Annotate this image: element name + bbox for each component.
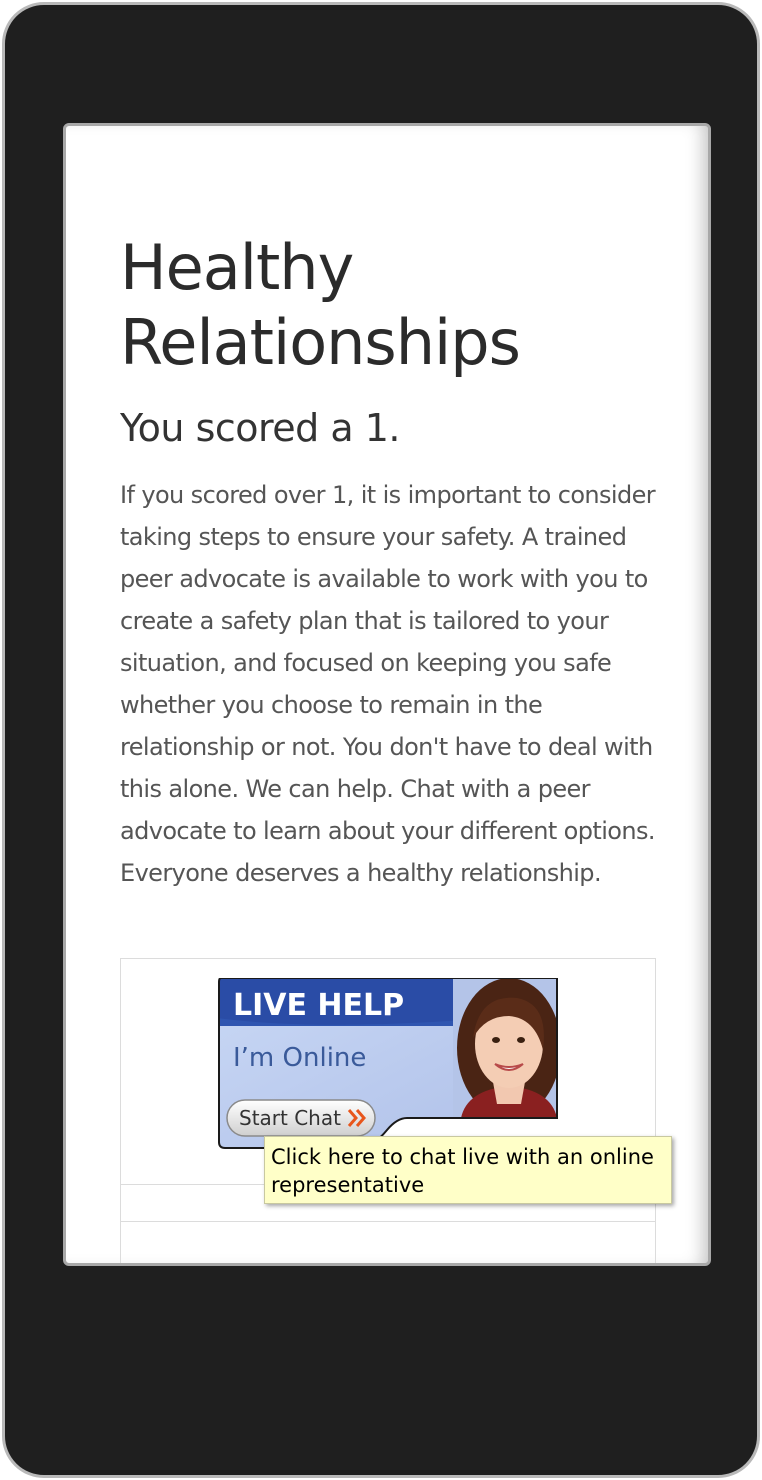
live-help-heading: LIVE HELP <box>233 988 404 1023</box>
live-help-table: LIVE HELP I’m Online Start Chat <box>120 958 656 1263</box>
live-help-banner[interactable]: LIVE HELP I’m Online Start Chat <box>217 978 559 1151</box>
start-chat-label: Start Chat <box>239 1106 341 1130</box>
phone-screen: Healthy Relationships You scored a 1. If… <box>63 123 711 1266</box>
result-paragraph: If you scored over 1, it is important to… <box>120 481 656 887</box>
table-divider <box>121 1221 655 1222</box>
phone-frame: Healthy Relationships You scored a 1. If… <box>2 2 760 1478</box>
page-title: Healthy Relationships <box>120 231 521 379</box>
chat-tooltip: Click here to chat live with an online r… <box>264 1136 672 1204</box>
online-status-text: I’m Online <box>233 1043 366 1073</box>
agent-photo <box>453 978 557 1118</box>
score-heading: You scored a 1. <box>120 406 401 450</box>
start-chat-button[interactable]: Start Chat <box>226 1099 376 1137</box>
